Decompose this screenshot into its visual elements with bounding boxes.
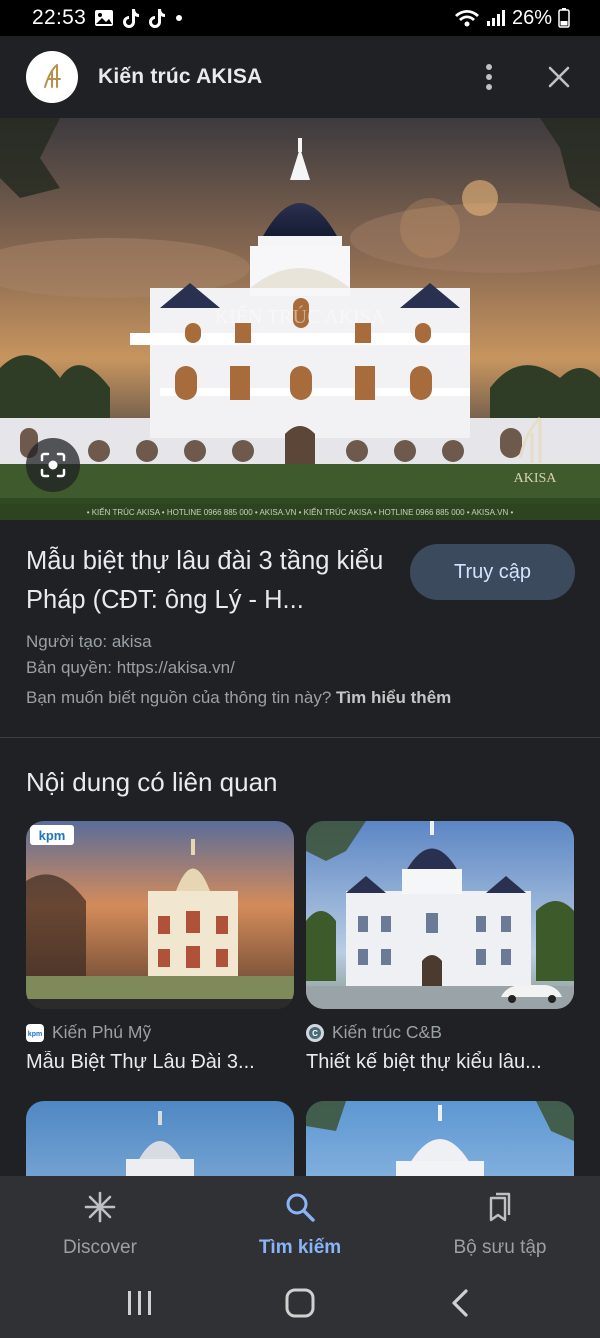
site-header: Kiến trúc AKISA: [0, 36, 600, 118]
related-image[interactable]: [306, 821, 574, 1009]
related-source: kpm Kiến Phú Mỹ: [26, 1022, 294, 1043]
tiktok-notification-icon: [148, 8, 166, 28]
nav-discover[interactable]: Discover: [0, 1176, 200, 1268]
nav-label: Tìm kiếm: [258, 1237, 342, 1258]
image-copyright: Bản quyền: https://akisa.vn/: [26, 658, 235, 677]
related-image[interactable]: [306, 1101, 574, 1176]
related-title[interactable]: Thiết kế biệt thự kiểu lâu...: [306, 1051, 574, 1074]
related-heading: Nội dung có liên quan: [26, 767, 278, 797]
related-title[interactable]: Mẫu Biệt Thự Lâu Đài 3...: [26, 1051, 294, 1074]
search-icon: [283, 1190, 317, 1229]
nav-label: Bộ sưu tập: [453, 1237, 547, 1258]
battery-percent: 26%: [511, 6, 552, 29]
related-source-name: Kiến trúc C&B: [332, 1022, 442, 1042]
svg-text:AKISA: AKISA: [514, 471, 558, 486]
image-info-panel: Mẫu biệt thự lâu đài 3 tầng kiểu Pháp (C…: [0, 520, 600, 738]
related-card[interactable]: [26, 1101, 294, 1176]
more-vert-icon[interactable]: [474, 62, 504, 92]
related-source: C Kiến trúc C&B: [306, 1022, 574, 1043]
system-navigation-bar: [0, 1268, 600, 1338]
akisa-logo-icon[interactable]: [26, 51, 78, 103]
divider: [0, 737, 600, 738]
visit-button[interactable]: Truy cập: [410, 544, 575, 600]
svg-text:kpm: kpm: [39, 828, 66, 843]
source-question: Bạn muốn biết nguồn của thông tin này?: [26, 688, 332, 707]
status-bar: 22:53 26%: [0, 0, 600, 36]
discover-asterisk-icon: [83, 1190, 117, 1229]
image-title[interactable]: Mẫu biệt thự lâu đài 3 tầng kiểu Pháp (C…: [26, 542, 394, 620]
battery-icon: [558, 8, 570, 28]
google-lens-icon[interactable]: [26, 438, 80, 492]
svg-text:kpm: kpm: [28, 1031, 42, 1038]
close-icon[interactable]: [544, 62, 574, 92]
related-source-name: Kiến Phú Mỹ: [52, 1022, 152, 1042]
cb-favicon-icon: C: [306, 1023, 324, 1042]
source-info: Bạn muốn biết nguồn của thông tin này? T…: [26, 688, 451, 708]
wifi-icon: [454, 8, 480, 28]
svg-text:KIẾN TRÚC AKISA: KIẾN TRÚC AKISA: [215, 304, 386, 328]
signal-icon: [486, 9, 506, 27]
site-name: Kiến trúc AKISA: [98, 65, 263, 88]
tiktok-notification-icon: [122, 8, 140, 28]
notification-dot-icon: [174, 13, 184, 23]
bottom-navigation: Discover Tìm kiếm Bộ sưu tập: [0, 1176, 600, 1268]
collections-icon: [483, 1190, 517, 1229]
related-card[interactable]: kpm kpm Kiến Phú Mỹ Mẫu Biệt Thự Lâu Đài…: [26, 821, 294, 1074]
nav-collections[interactable]: Bộ sưu tập: [400, 1176, 600, 1268]
related-card[interactable]: [306, 1101, 574, 1176]
svg-text:C: C: [312, 1029, 318, 1038]
hero-image[interactable]: KIẾN TRÚC AKISA AKISA • KIẾN TRÚC AKISA …: [0, 118, 600, 520]
back-icon[interactable]: [430, 1278, 490, 1328]
image-creator: Người tạo: akisa: [26, 632, 152, 651]
related-card[interactable]: C Kiến trúc C&B Thiết kế biệt thự kiểu l…: [306, 821, 574, 1074]
related-content-section: Nội dung có liên quan kpm kpm Kiến Phú M…: [0, 739, 600, 1176]
related-image[interactable]: kpm: [26, 821, 294, 1009]
nav-search[interactable]: Tìm kiếm: [200, 1176, 400, 1268]
gallery-notification-icon: [94, 9, 114, 27]
nav-label: Discover: [63, 1237, 137, 1258]
home-icon[interactable]: [270, 1278, 330, 1328]
related-image[interactable]: [26, 1101, 294, 1176]
learn-more-link[interactable]: Tìm hiểu thêm: [336, 688, 451, 707]
svg-text:• KIẾN TRÚC AKISA • HOTLINE 09: • KIẾN TRÚC AKISA • HOTLINE 0966 885 000…: [87, 507, 514, 517]
status-time: 22:53: [32, 6, 87, 29]
recent-apps-icon[interactable]: [110, 1278, 170, 1328]
kpm-favicon-icon: kpm: [26, 1023, 44, 1042]
